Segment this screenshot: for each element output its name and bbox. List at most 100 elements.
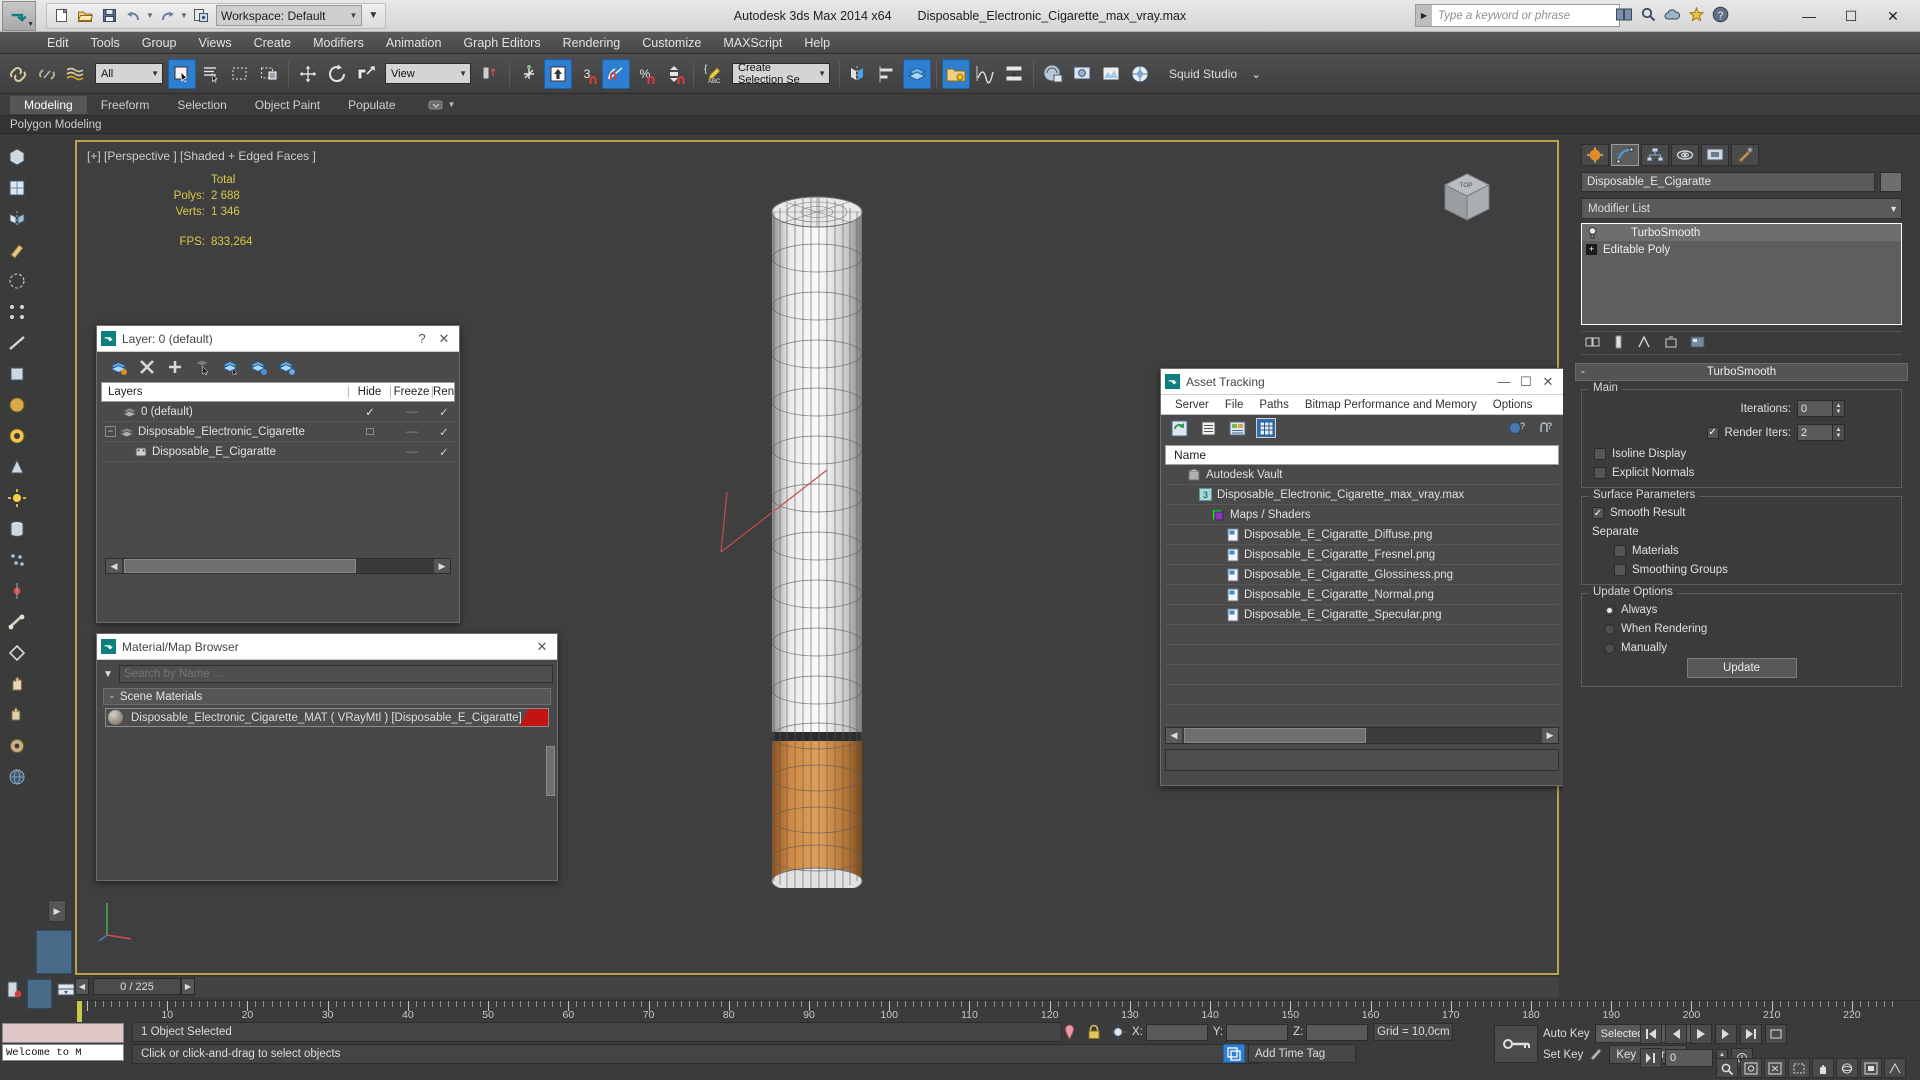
layer-row[interactable]: 0 (default) ✓ — ✓	[101, 402, 455, 422]
undo-icon[interactable]	[122, 5, 144, 27]
percent-snap-toggle-icon[interactable]: %	[631, 59, 659, 89]
generate-topology-icon[interactable]	[4, 175, 30, 201]
expander-plus-icon[interactable]: +	[1586, 244, 1597, 255]
tab-modify[interactable]	[1611, 144, 1639, 166]
asset-row[interactable]: 3 Disposable_Electronic_Cigarette_max_vr…	[1165, 485, 1559, 505]
tab-display[interactable]	[1701, 144, 1729, 166]
menu-item-customize[interactable]: Customize	[631, 34, 712, 52]
asset-row[interactable]: Disposable_E_Cigaratte_Specular.png	[1165, 605, 1559, 625]
edit-polygons-icon[interactable]	[4, 361, 30, 387]
asset-menu-bitmap-performance[interactable]: Bitmap Performance and Memory	[1297, 398, 1485, 412]
configure-modifier-sets-icon[interactable]	[1690, 335, 1705, 352]
menu-item-edit[interactable]: Edit	[36, 34, 80, 52]
modifier-stack[interactable]: TurboSmooth + Editable Poly	[1581, 223, 1902, 325]
time-configuration-icon[interactable]	[1640, 1048, 1662, 1068]
render-effects-icon[interactable]	[4, 733, 30, 759]
select-and-manipulate-icon[interactable]	[515, 59, 543, 89]
ribbon-tab-modeling[interactable]: Modeling	[10, 95, 87, 114]
redo-dropdown-icon[interactable]: ▼	[180, 11, 188, 20]
modifier-stack-item-turbosmooth[interactable]: TurboSmooth	[1582, 224, 1901, 241]
z-input[interactable]	[1306, 1023, 1369, 1041]
menu-item-maxscript[interactable]: MAXScript	[712, 34, 793, 52]
open-file-icon[interactable]	[74, 5, 96, 27]
window-crossing-toggle-icon[interactable]	[255, 59, 283, 89]
explicit-normals-row[interactable]: Explicit Normals	[1590, 467, 1893, 479]
subscription-icon[interactable]	[1615, 5, 1634, 24]
rollout-header[interactable]: - TurboSmooth	[1575, 363, 1908, 381]
menu-item-animation[interactable]: Animation	[375, 34, 453, 52]
studio-dropdown-icon[interactable]: ⌄	[1251, 67, 1261, 81]
edit-edges-icon[interactable]	[4, 330, 30, 356]
open-explorer-icon[interactable]	[942, 58, 970, 89]
maximize-viewport-toggle-icon[interactable]	[1860, 1058, 1882, 1078]
help-question-icon[interactable]: ?	[1535, 418, 1555, 438]
angle-snap-toggle-icon[interactable]	[602, 58, 630, 89]
free-form-panel-icon[interactable]	[36, 930, 72, 974]
next-frame-icon[interactable]	[1715, 1024, 1737, 1044]
refresh-icon[interactable]	[1169, 418, 1189, 438]
goto-end-icon[interactable]	[1740, 1024, 1762, 1044]
add-selection-to-layer-icon[interactable]	[165, 358, 184, 377]
mirror-icon[interactable]	[845, 59, 873, 89]
menu-item-help[interactable]: Help	[793, 34, 841, 52]
previous-frame-icon[interactable]	[1665, 1024, 1687, 1044]
explicit-normals-checkbox[interactable]	[1594, 467, 1606, 479]
spinner-snap-toggle-icon[interactable]	[660, 59, 688, 89]
viewport-label[interactable]: [+] [Perspective ] [Shaded + Edged Faces…	[87, 149, 316, 163]
ribbon-tab-freeform[interactable]: Freeform	[87, 96, 164, 114]
view-cube[interactable]: TOP	[1435, 166, 1499, 230]
scrollbar-thumb[interactable]	[1184, 728, 1366, 743]
asset-row[interactable]: Autodesk Vault	[1165, 465, 1559, 485]
snap-toggle-icon[interactable]	[544, 58, 572, 89]
asset-row[interactable]: Disposable_E_Cigaratte_Fresnel.png	[1165, 545, 1559, 565]
mini-curve-editor-icon[interactable]	[5, 979, 22, 1001]
zoom-icon[interactable]	[1716, 1058, 1738, 1078]
delete-layer-icon[interactable]	[137, 358, 156, 377]
tab-motion[interactable]	[1671, 144, 1699, 166]
smooth-result-row[interactable]: ✓ Smooth Result	[1590, 507, 1893, 519]
asset-minimize-button[interactable]: —	[1493, 371, 1515, 393]
layer-render-cell[interactable]: ✓	[433, 425, 455, 439]
frame-number-input[interactable]: 0	[1665, 1049, 1713, 1067]
select-and-scale-icon[interactable]	[352, 59, 380, 89]
selection-filter-combo[interactable]: All ▼	[95, 63, 163, 84]
modifier-stack-item-editable-poly[interactable]: + Editable Poly	[1582, 241, 1901, 258]
select-highlighted-objects-icon[interactable]	[221, 358, 240, 377]
orbit-view-icon[interactable]	[1836, 1058, 1858, 1078]
undo-dropdown-icon[interactable]: ▼	[146, 11, 154, 20]
render-production-icon[interactable]	[1126, 59, 1154, 89]
render-iters-spinner[interactable]: 2 ▲ ▼	[1797, 424, 1845, 441]
scroll-left-arrow-icon[interactable]: ◀	[106, 559, 122, 573]
layer-hide-cell[interactable]: ✓	[349, 405, 391, 419]
key-mode-toggle-button[interactable]	[1765, 1024, 1787, 1044]
search-input[interactable]: ▶ Type a keyword or phrase	[1415, 4, 1620, 27]
layer-freeze-cell[interactable]: —	[391, 406, 433, 418]
isoline-display-row[interactable]: Isoline Display	[1590, 448, 1893, 460]
snap-count-3-icon[interactable]: 3	[573, 59, 601, 89]
remove-modifier-icon[interactable]	[1664, 335, 1678, 352]
isoline-display-checkbox[interactable]	[1594, 448, 1606, 460]
select-by-name-icon[interactable]	[197, 59, 225, 89]
align-icon[interactable]	[874, 59, 902, 89]
tab-utilities[interactable]	[1731, 144, 1759, 166]
bone-tools-icon[interactable]	[4, 609, 30, 635]
schematic-view-icon[interactable]	[1000, 59, 1028, 89]
layer-manager-icon[interactable]	[903, 58, 931, 89]
separate-materials-checkbox[interactable]	[1614, 545, 1626, 557]
search-icon[interactable]	[1639, 5, 1658, 24]
layer-render-cell[interactable]: ✓	[433, 405, 455, 419]
x-input[interactable]	[1145, 1023, 1208, 1041]
spinner-arrows-icon[interactable]: ▲ ▼	[1833, 400, 1845, 417]
select-and-move-icon[interactable]	[294, 59, 322, 89]
time-tag-icon[interactable]	[1223, 1044, 1245, 1063]
workspace-dropdown-icon[interactable]: ▼	[364, 10, 382, 21]
modeling-ribbon-expand-icon[interactable]	[41, 146, 67, 172]
modifier-list-combo[interactable]: Modifier List ▼	[1581, 198, 1902, 219]
asset-row[interactable]: Disposable_E_Cigaratte_Diffuse.png	[1165, 525, 1559, 545]
current-frame-display[interactable]: 0 / 225	[93, 978, 181, 995]
track-bar-ruler[interactable]: 10 20 30 40 50 60 70 80 90 100 110 120 130 140 150 160 1…	[75, 1000, 1920, 1022]
asset-menu-server[interactable]: Server	[1167, 398, 1217, 412]
separate-smoothing-groups-row[interactable]: Smoothing Groups	[1590, 564, 1893, 576]
turbosmooth-rollout[interactable]: - TurboSmooth Main Iterations: 0 ▲ ▼ ✓ Re…	[1575, 363, 1908, 687]
radio-always-icon[interactable]	[1604, 604, 1615, 616]
